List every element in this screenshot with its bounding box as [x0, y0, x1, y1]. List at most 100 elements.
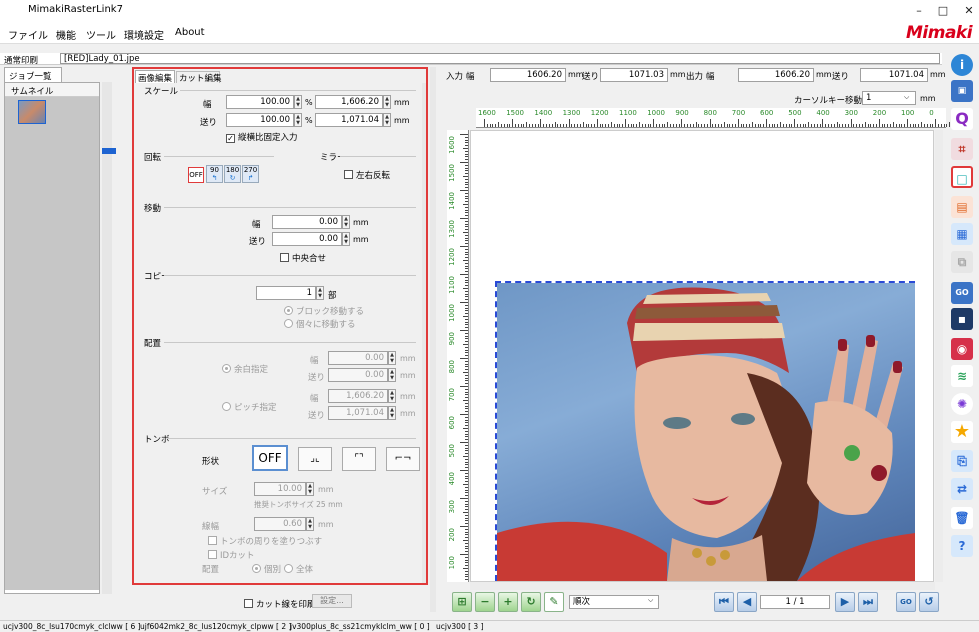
menu-about[interactable]: About	[175, 27, 205, 38]
tombo-fill-checkbox[interactable]: トンボの周りを塗りつぶす	[208, 535, 322, 547]
rotate-180-button[interactable]: 180 ↻	[224, 165, 241, 183]
scale-feed-mm[interactable]: 1,071.04	[315, 113, 383, 127]
menu-settings[interactable]: 環境設定	[124, 27, 164, 42]
margin-feed-field[interactable]: 0.00	[328, 368, 388, 382]
spinner[interactable]: ▲ ▼	[306, 517, 314, 531]
scale-width-mm[interactable]: 1,606.20	[315, 95, 383, 109]
order-select[interactable]: 順次	[569, 595, 659, 609]
special-color-icon[interactable]: ◉	[951, 338, 973, 360]
preview-canvas[interactable]	[470, 130, 934, 582]
tab-cut-edit[interactable]: カット編集	[176, 71, 222, 84]
next-page-icon[interactable]: ▶	[835, 592, 855, 612]
spinner[interactable]: ▲ ▼	[388, 368, 396, 382]
margin-width-field[interactable]: 0.00	[328, 351, 388, 365]
margin-radio[interactable]: 余白指定	[222, 363, 268, 375]
panel-scrollbar[interactable]	[422, 83, 426, 583]
refresh-icon[interactable]: ↻	[521, 592, 541, 612]
first-page-icon[interactable]: ⏮	[714, 592, 734, 612]
undo-icon[interactable]: ↺	[919, 592, 939, 612]
left-panel-scrollbar[interactable]	[430, 67, 436, 612]
spinner[interactable]: ▲ ▼	[388, 406, 396, 420]
spinner[interactable]: ▲ ▼	[342, 215, 350, 229]
job-list-scrollbar[interactable]	[102, 82, 112, 594]
scale-feed-percent[interactable]: 100.00	[226, 113, 294, 127]
quality-icon[interactable]: Q	[951, 108, 973, 130]
cutline-checkbox[interactable]: カット線を印刷	[244, 598, 316, 610]
mirror-checkbox[interactable]: 左右反転	[344, 169, 390, 181]
keep-ratio-checkbox[interactable]: ✓ 縦横比固定入力	[226, 131, 298, 143]
input-feed-field[interactable]: 1071.03	[600, 68, 668, 82]
close-button[interactable]: ✕	[956, 2, 979, 20]
input-width-field[interactable]: 1606.20	[490, 68, 566, 82]
zoom-out-icon[interactable]: −	[475, 592, 495, 612]
help-icon[interactable]: ?	[951, 535, 973, 557]
rotate-270-button[interactable]: 270 ↱	[242, 165, 259, 183]
prev-page-icon[interactable]: ◀	[737, 592, 757, 612]
delete-icon[interactable]: 🗑	[951, 507, 973, 529]
pitch-feed-field[interactable]: 1,071.04	[328, 406, 388, 420]
favorite-icon[interactable]: ★	[951, 421, 973, 443]
pitch-radio[interactable]: ピッチ指定	[222, 401, 277, 413]
file-output-icon[interactable]: ⎘	[951, 450, 973, 472]
spinner[interactable]: ▲ ▼	[383, 113, 391, 127]
slider-handle[interactable]	[102, 148, 116, 154]
copy-block-radio[interactable]: ブロック移動する	[284, 305, 364, 317]
job-thumbnail[interactable]	[18, 100, 46, 124]
menu-function[interactable]: 機能	[56, 27, 76, 42]
color-replace-icon[interactable]: ▪	[951, 308, 973, 330]
tab-job-list[interactable]: ジョブ一覧	[4, 67, 62, 82]
place-individual-radio[interactable]: 個別	[252, 563, 281, 575]
layers-icon[interactable]: ≋	[951, 365, 973, 387]
rotate-off-button[interactable]: OFF	[188, 167, 204, 183]
tombo-off-button[interactable]: OFF	[252, 445, 288, 471]
print-go-icon[interactable]: GO	[951, 282, 973, 304]
job-list[interactable]: サムネイル	[4, 82, 100, 594]
spinner[interactable]: ▲ ▼	[294, 113, 302, 127]
move-feed-field[interactable]: 0.00	[272, 232, 342, 246]
move-width-field[interactable]: 0.00	[272, 215, 342, 229]
arrange-icon[interactable]: ▤	[951, 196, 973, 218]
copy-icon[interactable]: ⧉	[951, 251, 973, 273]
zoom-in-icon[interactable]: +	[498, 592, 518, 612]
minimize-button[interactable]: –	[906, 2, 932, 20]
idcut-checkbox[interactable]: IDカット	[208, 549, 255, 561]
menu-file[interactable]: ファイル	[8, 27, 48, 42]
go-icon[interactable]: GO	[896, 592, 916, 612]
spinner[interactable]: ▲ ▼	[306, 482, 314, 496]
tile-icon[interactable]: ▦	[951, 223, 973, 245]
pitch-width-field[interactable]: 1,606.20	[328, 389, 388, 403]
output-feed-field[interactable]: 1071.04	[860, 68, 928, 82]
tombo-shape-inner-button[interactable]: ⌟⌞	[298, 447, 332, 471]
place-all-radio[interactable]: 全体	[284, 563, 313, 575]
last-page-icon[interactable]: ⏭	[858, 592, 878, 612]
scale-width-percent[interactable]: 100.00	[226, 95, 294, 109]
tab-image-edit[interactable]: 画像編集	[135, 70, 175, 84]
preview-image[interactable]	[497, 283, 915, 581]
copy-count-field[interactable]: 1	[256, 286, 316, 300]
job-properties-icon[interactable]: ▣	[951, 80, 973, 102]
rotate-90-button[interactable]: 90 ↰	[206, 165, 223, 183]
spinner[interactable]: ▲ ▼	[316, 286, 324, 300]
eyedropper-icon[interactable]: ✎	[544, 592, 564, 612]
tombo-size-field[interactable]: 10.00	[254, 482, 306, 496]
tombo-shape-jp-button[interactable]: ⌐¬	[386, 447, 420, 471]
color-wheel-icon[interactable]: ✺	[951, 393, 973, 415]
cutline-settings-button[interactable]: 設定...	[312, 594, 352, 608]
copy-individual-radio[interactable]: 個々に移動する	[284, 318, 356, 330]
info-icon[interactable]: i	[951, 54, 973, 76]
canvas-hscroll[interactable]	[470, 582, 935, 590]
spinner[interactable]: ▲ ▼	[388, 389, 396, 403]
tombo-shape-corner-button[interactable]: ⌜⌝	[342, 447, 376, 471]
page-indicator[interactable]: 1 / 1	[760, 595, 830, 609]
menu-tool[interactable]: ツール	[86, 27, 116, 42]
edit-icon[interactable]: □	[951, 166, 973, 188]
canvas-vscroll[interactable]	[935, 130, 943, 582]
spinner[interactable]: ▲ ▼	[383, 95, 391, 109]
output-width-field[interactable]: 1606.20	[738, 68, 814, 82]
spinner[interactable]: ▲ ▼	[388, 351, 396, 365]
maximize-button[interactable]: □	[930, 2, 956, 20]
crop-icon[interactable]: ⌗	[951, 138, 973, 160]
transfer-icon[interactable]: ⇄	[951, 478, 973, 500]
spinner[interactable]: ▲ ▼	[342, 232, 350, 246]
spinner[interactable]: ▲ ▼	[294, 95, 302, 109]
